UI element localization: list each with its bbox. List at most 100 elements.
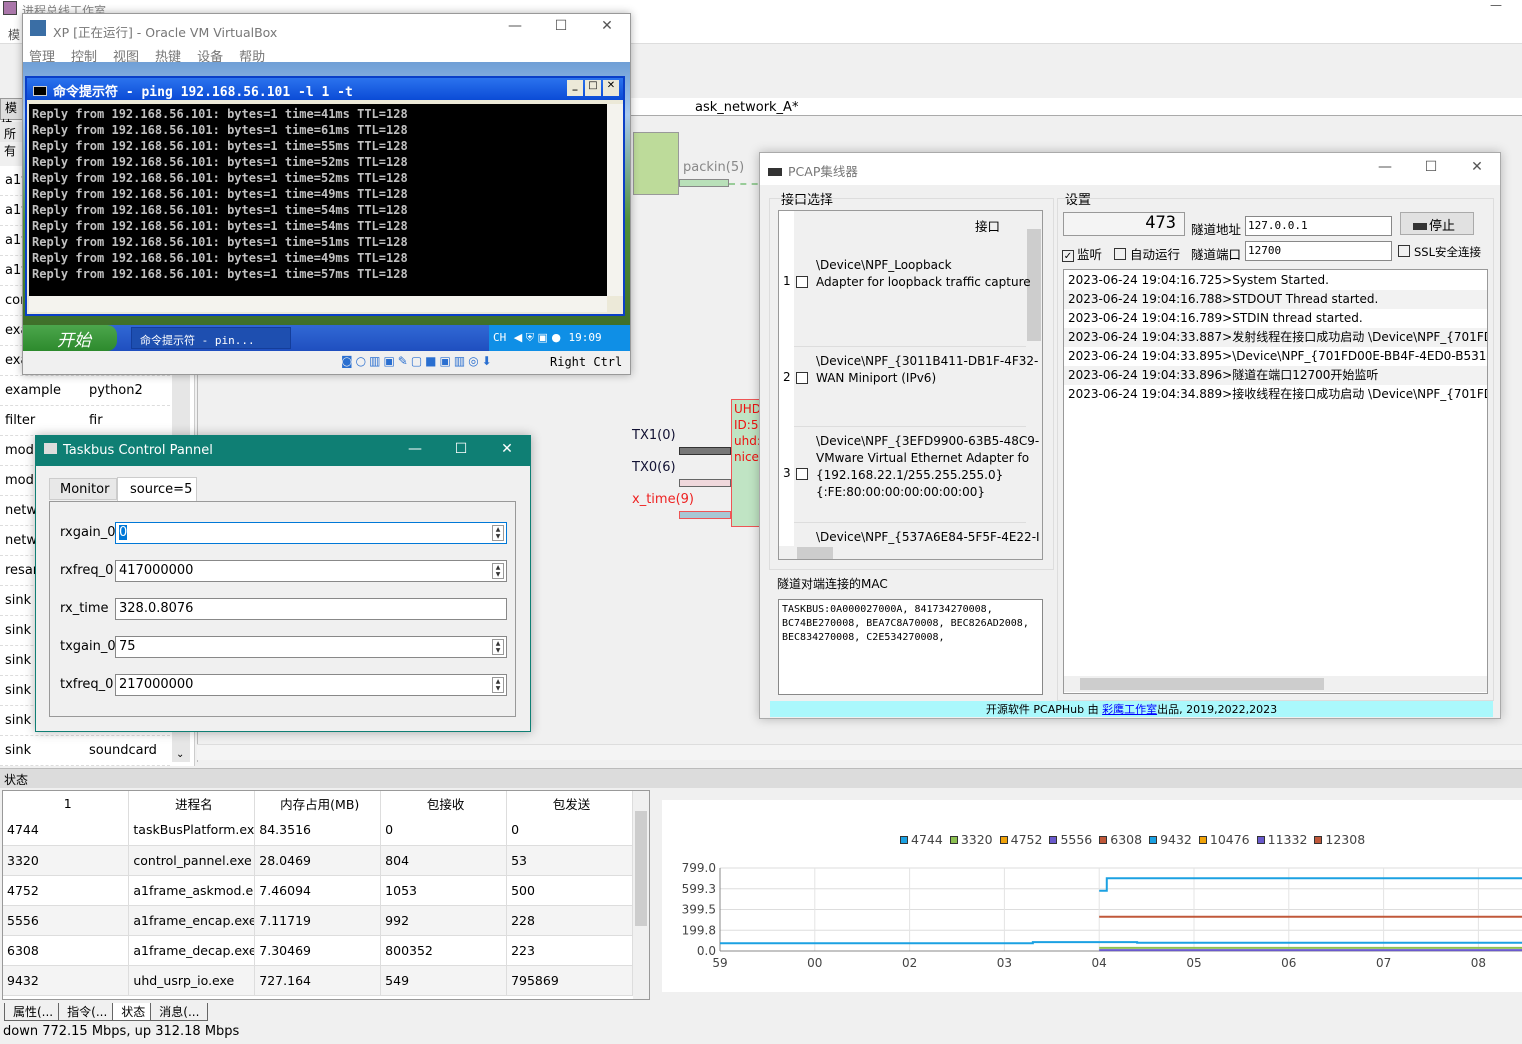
minimize-button[interactable]: — — [1490, 0, 1502, 12]
iface-row[interactable]: \Device\NPF_{3EFD9900-63B5-48C9- VMware V… — [794, 427, 1039, 523]
iface-row[interactable]: \Device\NPF_{537A6E84-5F5F-4E22-I — [794, 523, 1040, 559]
tray-icons: ◀ ⛨ ▣ ● — [513, 331, 561, 344]
field-input-rxgain_0[interactable]: 0 ▲ ▼ — [115, 522, 507, 544]
iface-list[interactable]: 接口 \Device\NPF_Loopback Adapter for loopb… — [778, 210, 1043, 560]
mac-textbox[interactable]: TASKBUS:0A000027000A, 841734270008, BC74B… — [778, 599, 1043, 695]
column-header[interactable]: 包发送 — [506, 791, 633, 815]
log-line: 2023-06-24 19:04:16.788>STDOUT Thread st… — [1064, 290, 1487, 309]
maximize-button[interactable]: ☐ — [438, 441, 484, 457]
legend-item: 3320 — [949, 832, 993, 847]
port-tx0[interactable] — [679, 479, 731, 487]
field-input-rxfreq_0[interactable]: 417000000 ▲ ▼ — [115, 560, 507, 582]
pcap-footer: 开源软件 PCAPHub 由 彩鹰工作室出品, 2019,2022,2023 — [770, 701, 1493, 717]
minimize-button[interactable]: — — [492, 18, 538, 34]
table-cell: 500 — [506, 875, 633, 906]
spinner-arrows-icon[interactable]: ▲ ▼ — [492, 677, 504, 693]
y-tick-label: 399.5 — [682, 903, 716, 917]
iface-row[interactable]: \Device\NPF_Loopback Adapter for loopback… — [794, 251, 1031, 347]
table-cell: 4744 — [3, 815, 130, 846]
column-header[interactable]: 内存占用(MB) — [254, 791, 382, 815]
spinner-arrows-icon[interactable]: ▲ ▼ — [492, 525, 504, 541]
table-row[interactable]: 4744 taskBusPlatform.exe 84.3516 0 0 — [3, 815, 633, 846]
iface-text: \Device\NPF_{3EFD9900-63B5-48C9- — [816, 434, 1040, 448]
log-hscrollbar[interactable] — [1064, 676, 1487, 692]
log-list[interactable]: 2023-06-24 19:04:16.725>System Started. 2… — [1063, 269, 1488, 694]
tunnel-port-input[interactable]: 12700 — [1245, 241, 1392, 261]
field-label-txgain_0: txgain_0 — [60, 639, 116, 654]
port-rx-time[interactable] — [679, 511, 731, 519]
spinner-arrows-icon[interactable]: ▲ ▼ — [492, 639, 504, 655]
listen-checkbox[interactable]: ✓ 监听 — [1062, 244, 1102, 263]
table-row[interactable]: 6308 a1frame_decap.exe 7.30469 800352 223 — [3, 935, 633, 966]
ping-reply-line: Reply from 192.168.56.101: bytes=1 time=… — [32, 203, 408, 217]
port-tx1[interactable] — [679, 447, 731, 455]
iface-checkbox[interactable] — [796, 372, 808, 384]
column-header[interactable]: 进程名 — [128, 791, 256, 815]
minimize-button[interactable]: — — [392, 441, 438, 457]
field-input-rx_time[interactable]: 328.0.8076 — [115, 598, 507, 620]
uhd-module-block[interactable]: UHD ID:5 uhd: nice= — [731, 399, 761, 527]
start-button[interactable]: 开始 — [23, 325, 117, 351]
iface-index: 3 — [783, 466, 791, 480]
cmd-close-button[interactable]: ✕ — [603, 80, 619, 96]
taskbar-item-cmd[interactable]: 命令提示符 - pin... — [131, 327, 291, 349]
column-header[interactable]: 包接收 — [380, 791, 508, 815]
module-row[interactable]: example python2 — [0, 376, 170, 406]
tab-source[interactable]: source=5 — [117, 477, 197, 501]
module-category: mod — [5, 443, 34, 458]
log-line: 2023-06-24 19:04:33.887>发射线程在接口成功启动 \Dev… — [1064, 328, 1487, 347]
panel-tab[interactable]: 模块 — [0, 98, 24, 132]
iface-text: Adapter for loopback traffic capture — [816, 275, 1031, 289]
spinner-arrows-icon[interactable]: ▲ ▼ — [492, 563, 504, 579]
mac-label: 隧道对端连接的MAC — [777, 577, 888, 591]
close-button[interactable]: ✕ — [1454, 159, 1500, 175]
bottom-tab[interactable]: 状态 — [112, 1003, 155, 1021]
port-packin[interactable] — [679, 179, 729, 187]
module-block-green[interactable] — [633, 132, 679, 195]
log-line: 2023-06-24 19:04:33.896>隧道在端口12700开始监听 — [1064, 366, 1487, 385]
field-input-txgain_0[interactable]: 75 ▲ ▼ — [115, 636, 507, 658]
table-row[interactable]: 3320 control_pannel.exe 28.0469 804 53 — [3, 845, 633, 876]
table-row[interactable]: 5556 a1frame_encap.exe 7.11719 992 228 — [3, 905, 633, 936]
table-vscrollbar[interactable] — [633, 791, 649, 999]
log-line: 2023-06-24 19:04:34.889>接收线程在接口成功启动 \Dev… — [1068, 387, 1487, 401]
iface-checkbox[interactable] — [796, 468, 808, 480]
field-input-txfreq_0[interactable]: 217000000 ▲ ▼ — [115, 674, 507, 696]
module-row[interactable]: sink soundcard — [0, 736, 170, 766]
iface-row[interactable]: \Device\NPF_{3011B411-DB1F-4F32- WAN Mini… — [794, 347, 1038, 427]
tab-monitor[interactable]: Monitor — [49, 478, 117, 500]
table-row[interactable]: 4752 a1frame_askmod.e... 7.46094 1053 500 — [3, 875, 633, 906]
tunnel-addr-input[interactable]: 127.0.0.1 — [1245, 216, 1392, 236]
iface-index: 2 — [783, 370, 791, 384]
process-table[interactable]: 1 进程名 内存占用(MB) 包接收 包发送 4744 taskBusPlatform.ex… — [3, 791, 633, 996]
menu-item[interactable]: 模 — [8, 26, 20, 43]
maximize-button[interactable]: ☐ — [1408, 159, 1454, 175]
close-button[interactable]: ✕ — [584, 18, 630, 34]
autorun-checkbox[interactable]: 自动运行 — [1114, 244, 1180, 263]
iface-checkbox[interactable] — [796, 276, 808, 288]
canvas-hscrollbar[interactable] — [197, 744, 1522, 760]
maximize-button[interactable]: ☐ — [538, 18, 584, 34]
ssl-checkbox[interactable]: SSL安全连接 — [1398, 244, 1481, 260]
vbox-device-icons[interactable]: ◙○▥▣✎▢■▣▥◎⬇ — [341, 354, 495, 368]
cmd-hscrollbar[interactable] — [29, 296, 607, 312]
cmd-output[interactable]: Reply from 192.168.56.101: bytes=1 time=… — [29, 104, 607, 296]
legend-label: 4752 — [1010, 832, 1043, 847]
tunnel-addr-label: 隧道地址 — [1191, 222, 1242, 237]
iface-vscrollbar[interactable] — [1026, 211, 1042, 546]
cmd-max-button[interactable]: □ — [585, 80, 601, 96]
table-cell: 7.11719 — [254, 905, 382, 936]
module-name: soundcard — [89, 743, 157, 758]
minimize-button[interactable]: — — [1362, 159, 1408, 175]
table-row[interactable]: 9432 uhd_usrp_io.exe 727.164 549 795869 — [3, 965, 633, 996]
cmd-min-button[interactable]: _ — [567, 80, 583, 96]
bottom-tab[interactable]: 指令(... — [58, 1003, 117, 1021]
stop-button[interactable]: 停止 — [1400, 212, 1474, 235]
module-row[interactable]: filter fir — [0, 406, 170, 436]
bottom-tab[interactable]: 属性(... — [4, 1003, 63, 1021]
studio-link[interactable]: 彩鹰工作室 — [1102, 703, 1157, 716]
column-header[interactable]: 1 — [3, 791, 130, 815]
close-button[interactable]: ✕ — [484, 441, 530, 457]
bottom-tab[interactable]: 消息(... — [150, 1003, 209, 1021]
cmd-vscrollbar[interactable] — [607, 104, 623, 296]
